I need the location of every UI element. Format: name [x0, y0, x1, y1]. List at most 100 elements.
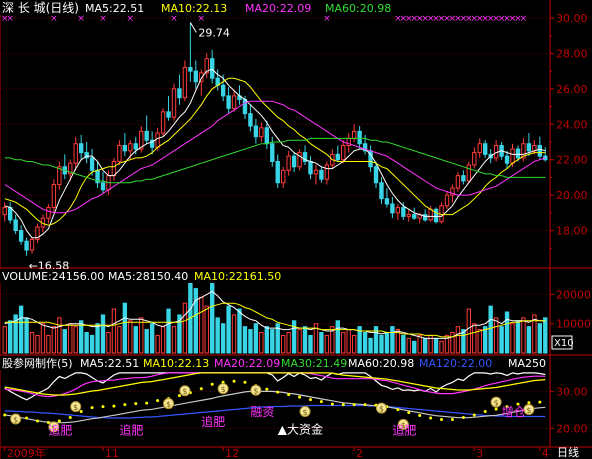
volume-bar: [526, 326, 532, 354]
volume-bar: [122, 302, 128, 354]
indicator-dot: [123, 403, 127, 407]
candle-body-down: [390, 203, 395, 214]
volume-bar: [264, 326, 270, 354]
candle-body-down: [270, 143, 275, 162]
volume-bar: [46, 334, 51, 354]
money-bag-icon: $: [163, 398, 175, 410]
top-marker: ×: [127, 14, 135, 24]
volume-bar: [297, 329, 302, 354]
candle-body-down: [412, 214, 417, 219]
candle-body-up: [51, 183, 57, 209]
candle-body-down: [379, 182, 384, 200]
money-bag-icon: $: [179, 385, 191, 397]
ind-ma5-label: MA5:22.51: [80, 357, 139, 370]
volume-bar: [215, 317, 220, 354]
indicator-dot: [472, 413, 476, 417]
top-marker: ×: [170, 14, 178, 24]
top-marker: ×: [50, 14, 58, 24]
candle-body-up: [117, 145, 122, 162]
money-bag-glyph: $: [221, 385, 226, 394]
candle-body-up: [29, 238, 35, 251]
volume-bar: [84, 332, 89, 354]
volume-bar: [472, 323, 477, 354]
volume-bar: [144, 329, 149, 354]
indicator-dot: [429, 416, 433, 420]
ind-ma60-label: MA60:20.98: [348, 357, 414, 370]
candle-body-up: [444, 194, 450, 207]
candle-body-down: [226, 95, 231, 109]
indicator-dot: [243, 380, 247, 384]
volume-bar: [302, 326, 308, 354]
indicator-tag: 追肥: [201, 414, 225, 429]
volume-bar: [100, 314, 106, 354]
candle-body-down: [537, 145, 543, 157]
indicator-tag: 融资: [250, 405, 274, 419]
indicator-dot: [177, 394, 181, 398]
indicator-dot: [483, 410, 487, 414]
volume-bar: [341, 332, 346, 354]
volume-bar: [51, 326, 57, 354]
candlestick: [51, 179, 57, 213]
volume-bar: [280, 334, 286, 354]
candlestick: [466, 161, 472, 183]
chart-background: [0, 0, 592, 459]
volume-bar: [133, 326, 138, 354]
date-label: 12: [225, 447, 239, 459]
candle-body-up: [280, 169, 286, 184]
candle-body-down: [13, 219, 18, 232]
indicator-tag: 追肥: [119, 423, 143, 438]
main-ma60-label: MA60:20.98: [325, 2, 391, 15]
candle-body-up: [128, 143, 133, 152]
indicator-dot: [79, 410, 83, 414]
volume-bar: [324, 334, 330, 354]
candle-body-down: [78, 143, 84, 154]
indicator-dot: [341, 403, 345, 407]
candle-body-down: [461, 175, 466, 182]
candle-body-down: [18, 230, 24, 242]
stock-title: 深 长 城(日线): [2, 1, 79, 15]
volume-bar: [160, 326, 166, 354]
volume-bar: [111, 308, 117, 354]
volume-bar: [270, 329, 275, 354]
period-label[interactable]: 日线: [557, 445, 579, 459]
money-bag-icon: $: [375, 402, 387, 414]
indicator-dot: [35, 419, 39, 423]
indicator-dot: [134, 402, 138, 406]
volume-bar: [319, 332, 324, 354]
volume-bar: [73, 326, 78, 354]
top-marker: ×: [6, 14, 14, 24]
volume-bar: [384, 332, 390, 354]
volume-bar: [406, 337, 411, 354]
indicator-dot: [145, 401, 149, 405]
ind-ma250-label: MA250: [508, 357, 546, 370]
indicator-dot: [90, 406, 94, 410]
indicator-dot: [440, 417, 444, 421]
candle-body-down: [242, 98, 248, 115]
money-bag-icon: $: [299, 406, 311, 418]
volume-bar: [417, 334, 422, 354]
candle-body-up: [341, 145, 346, 161]
date-label: 2: [356, 447, 363, 459]
indicator-tick-label: 30.00: [556, 385, 588, 398]
candle-body-down: [220, 84, 226, 97]
volume-ma5-label: MA5:28150.40: [108, 270, 188, 283]
main-panel-header: 深 长 城(日线) MA5:22.51 MA10:22.13 MA20:22.0…: [0, 0, 391, 15]
price-tick-label: 18.00: [556, 225, 588, 238]
volume-bar: [226, 305, 231, 354]
candle-body-down: [515, 148, 521, 159]
candle-body-up: [73, 143, 78, 164]
volume-bar: [422, 337, 428, 354]
stock-chart[interactable]: ×× × × × × × × × ×××××××××××××××××××××××× 30.002…: [0, 0, 592, 459]
volume-bar: [510, 323, 515, 354]
candle-body-up: [297, 152, 302, 168]
date-label: 2009年: [7, 446, 46, 459]
indicator-dot: [538, 400, 542, 404]
volume-bar: [253, 323, 259, 354]
volume-bar: [242, 326, 248, 354]
ind-ma120-label: MA120:22.00: [419, 357, 492, 370]
volume-bar: [29, 332, 35, 354]
indicator-dot: [330, 402, 334, 406]
candlestick: [297, 149, 302, 171]
volume-bar: [450, 332, 455, 354]
volume-bar: [439, 340, 444, 354]
